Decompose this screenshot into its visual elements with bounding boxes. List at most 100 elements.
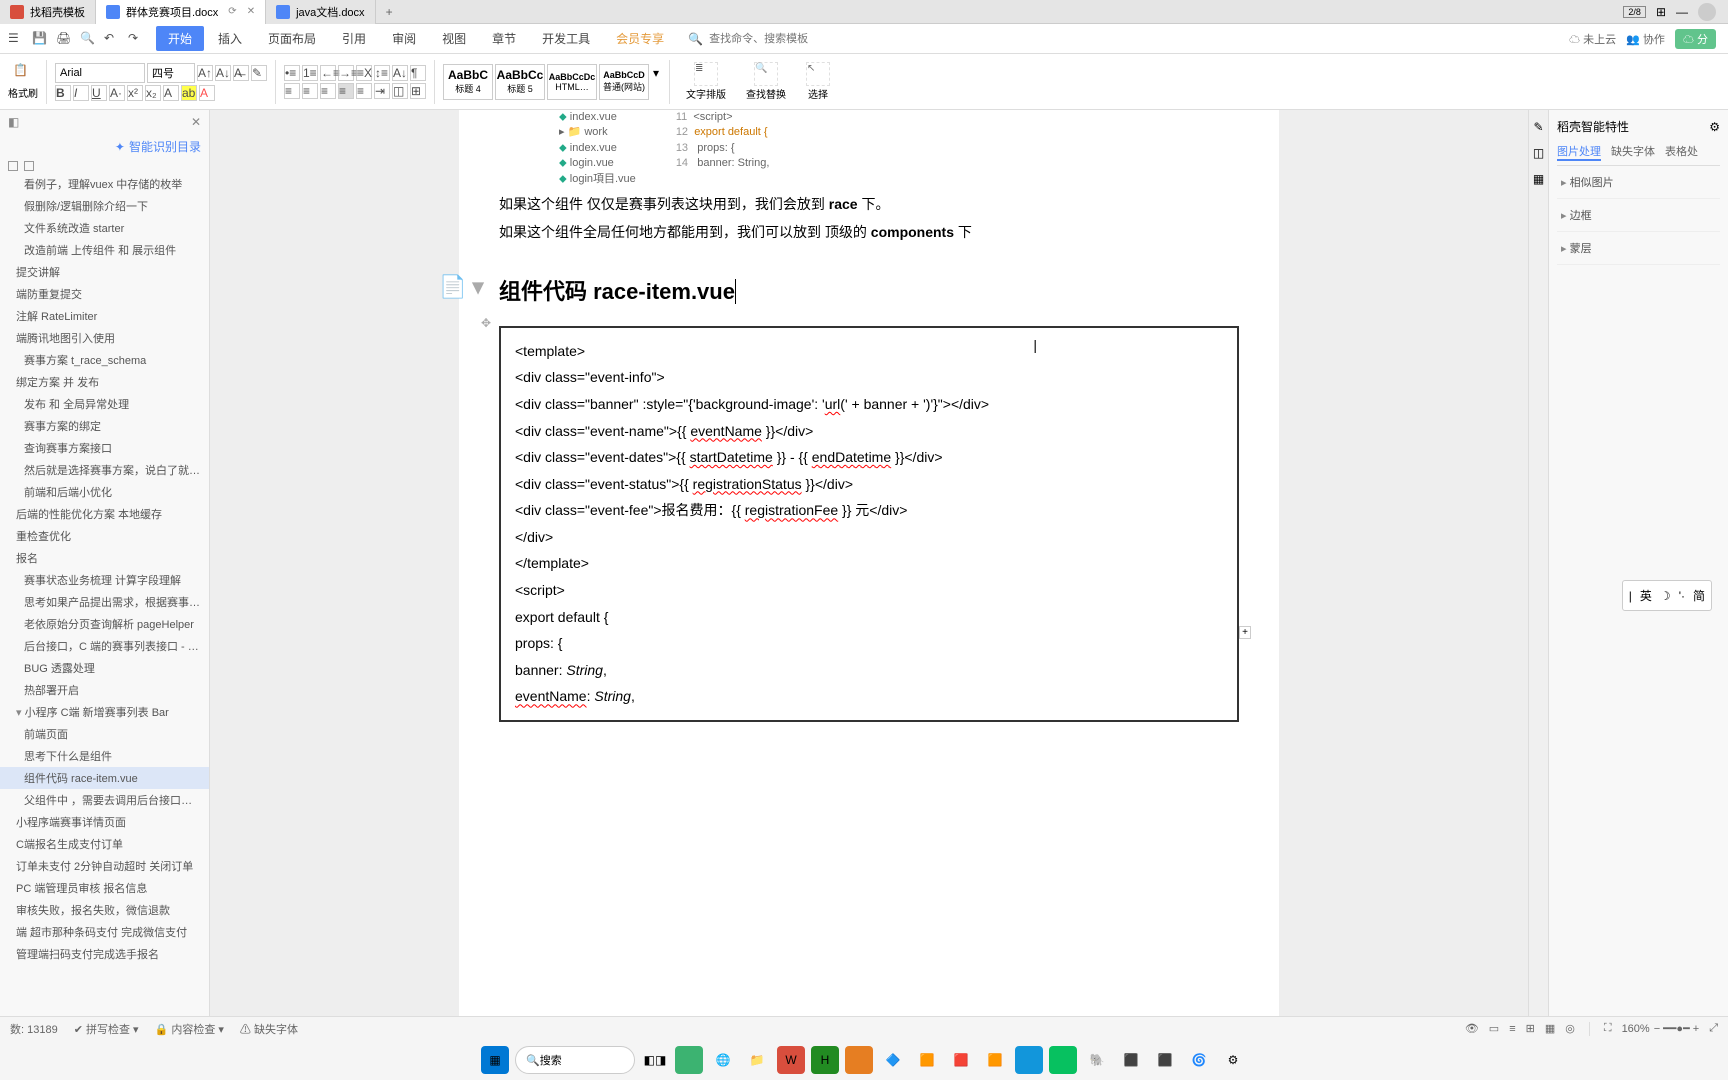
outline-item[interactable]: 假删除/逻辑删除介绍一下 (0, 195, 209, 217)
zoom-control[interactable]: 160% − ━━●━ + (1622, 1022, 1700, 1035)
moon-icon[interactable]: ☽ (1660, 589, 1671, 603)
app-icon[interactable]: ⚙ (1219, 1046, 1247, 1074)
menu-review[interactable]: 审阅 (380, 26, 428, 51)
paste-icon[interactable]: 📋 (13, 63, 33, 83)
format-icon[interactable]: ✎ (251, 65, 267, 81)
cloud-status[interactable]: ☁ 未上云 (1569, 31, 1616, 47)
chrome-icon[interactable]: 🌐 (709, 1046, 737, 1074)
outline-collapse-icon[interactable] (8, 161, 18, 171)
close-icon[interactable]: ✕ (247, 6, 255, 17)
distribute-button[interactable]: ≡ (356, 83, 372, 99)
menu-icon[interactable]: — (1676, 5, 1688, 19)
outline-item[interactable]: 组件代码 race-item.vue (0, 767, 209, 789)
outline-item[interactable]: 赛事方案的绑定 (0, 415, 209, 437)
style-gallery[interactable]: AaBbC标题 4 AaBbCc标题 5 AaBbCcDcHTML… AaBbC… (443, 64, 661, 100)
outline-item[interactable]: BUG 透露处理 (0, 657, 209, 679)
underline-button[interactable]: U (91, 85, 107, 101)
bullets-button[interactable]: •≡ (284, 65, 300, 81)
highlight-button[interactable]: ab (181, 85, 197, 101)
bold-button[interactable]: B (55, 85, 71, 101)
text-tools-button[interactable]: ≡X (356, 65, 372, 81)
align-center-button[interactable]: ≡ (302, 83, 318, 99)
grid-icon[interactable]: ⊞ (1656, 5, 1666, 19)
tool-icon[interactable]: ◫ (1533, 146, 1544, 160)
app-icon[interactable]: ⬛ (1117, 1046, 1145, 1074)
align-justify-button[interactable]: ≡ (338, 83, 354, 99)
view-read-icon[interactable]: ▦ (1545, 1022, 1555, 1035)
taskbar-search[interactable]: 🔍 搜索 (515, 1046, 635, 1074)
indent-increase-button[interactable]: →≡ (338, 65, 354, 81)
numbering-button[interactable]: 1≡ (302, 65, 318, 81)
italic-button[interactable]: I (73, 85, 89, 101)
page-anchor-icon[interactable]: 📄 ▾ (439, 274, 484, 300)
avatar[interactable] (1698, 3, 1716, 21)
increase-font-icon[interactable]: A↑ (197, 65, 213, 81)
outline-item[interactable]: 赛事状态业务梳理 计算字段理解 (0, 569, 209, 591)
outline-item[interactable]: C端报名生成支付订单 (0, 833, 209, 855)
outline-item[interactable]: 老依原始分页查询解析 pageHelper (0, 613, 209, 635)
focus-icon[interactable]: ◎ (1565, 1022, 1575, 1035)
tab-template-store[interactable]: 找稻壳模板 (0, 0, 96, 24)
document-canvas[interactable]: ⬥ index.vue ▸ 📁 work ⬥ index.vue ⬥ login… (210, 110, 1528, 1016)
rp-item-similar-images[interactable]: 相似图片 (1557, 166, 1720, 199)
menu-home[interactable]: 开始 (156, 26, 204, 51)
shading-button[interactable]: ◫ (392, 83, 408, 99)
layout-icon[interactable]: 2/8 (1623, 6, 1646, 18)
edge-icon[interactable]: 🌀 (1185, 1046, 1213, 1074)
redo-icon[interactable]: ↷ (128, 31, 144, 47)
font-combo[interactable] (55, 63, 145, 83)
eye-icon[interactable]: 👁 (1465, 1022, 1479, 1035)
app-icon[interactable]: 🟥 (947, 1046, 975, 1074)
outline-item[interactable]: 改造前端 上传组件 和 展示组件 (0, 239, 209, 261)
size-combo[interactable] (147, 63, 195, 83)
style-h4[interactable]: AaBbC标题 4 (443, 64, 493, 100)
rp-item-border[interactable]: 边框 (1557, 199, 1720, 232)
outline-item[interactable]: 端防重复提交 (0, 283, 209, 305)
close-icon[interactable]: ⟳ (228, 6, 236, 17)
outline-item[interactable]: 绑定方案 并 发布 (0, 371, 209, 393)
clear-format-icon[interactable]: A̶ (233, 65, 249, 81)
print-icon[interactable]: 🖨 (56, 31, 72, 47)
subscript-button[interactable]: x₂ (145, 85, 161, 101)
rp-tab-image[interactable]: 图片处理 (1557, 143, 1601, 161)
share-button[interactable]: ☁ 分 (1675, 29, 1716, 49)
outline-item[interactable]: 小程序 C端 新增赛事列表 Bar (0, 701, 209, 723)
indent-decrease-button[interactable]: ←≡ (320, 65, 336, 81)
superscript-button[interactable]: x² (127, 85, 143, 101)
app-icon[interactable] (675, 1046, 703, 1074)
app-icon[interactable] (845, 1046, 873, 1074)
app-icon[interactable]: 🟧 (981, 1046, 1009, 1074)
fullscreen-icon[interactable]: ⤢ (1709, 1022, 1718, 1035)
start-button[interactable]: ▦ (481, 1046, 509, 1074)
outline-item[interactable]: 后台接口，C 端的赛事列表接口 - 假分… (0, 635, 209, 657)
outline-item[interactable]: 订单未支付 2分钟自动超时 关闭订单 (0, 855, 209, 877)
rp-tab-font[interactable]: 缺失字体 (1611, 143, 1655, 161)
decrease-font-icon[interactable]: A↓ (215, 65, 231, 81)
outline-item[interactable]: 审核失败，报名失败，微信退款 (0, 899, 209, 921)
save-icon[interactable]: 💾 (32, 31, 48, 47)
sort-button[interactable]: A↓ (392, 65, 408, 81)
select-button[interactable]: ↖选择 (798, 60, 838, 103)
wps-icon[interactable]: W (777, 1046, 805, 1074)
undo-icon[interactable]: ↶ (104, 31, 120, 47)
tool-icon[interactable]: ▦ (1533, 172, 1544, 186)
outline-item[interactable]: 文件系统改造 starter (0, 217, 209, 239)
style-h5[interactable]: AaBbCc标题 5 (495, 64, 545, 100)
menu-devtools[interactable]: 开发工具 (530, 26, 602, 51)
style-normal-web[interactable]: AaBbCcD普通(网站) (599, 64, 649, 100)
tab-current-doc[interactable]: 群体竞赛项目.docx⟳✕ (96, 0, 266, 24)
menu-chapter[interactable]: 章节 (480, 26, 528, 51)
outline-item[interactable]: 发布 和 全局异常处理 (0, 393, 209, 415)
close-icon[interactable]: ✕ (191, 115, 201, 129)
word-count[interactable]: 数: 13189 (10, 1021, 58, 1037)
indent-button[interactable]: ⇥ (374, 83, 390, 99)
outline-item[interactable]: 热部署开启 (0, 679, 209, 701)
spell-check-button[interactable]: ✔ 拼写检查 ▾ (74, 1021, 139, 1037)
wechat-icon[interactable] (1049, 1046, 1077, 1074)
outline-item[interactable]: 前端页面 (0, 723, 209, 745)
outline-item[interactable]: 然后就是选择赛事方案，说白了就是 upd… (0, 459, 209, 481)
format-painter[interactable]: 格式刷 (8, 85, 38, 100)
outline-item[interactable]: 后端的性能优化方案 本地缓存 (0, 503, 209, 525)
outline-item[interactable]: 看例子，理解vuex 中存储的枚举 (0, 173, 209, 195)
add-tab-button[interactable]: + (376, 5, 403, 19)
